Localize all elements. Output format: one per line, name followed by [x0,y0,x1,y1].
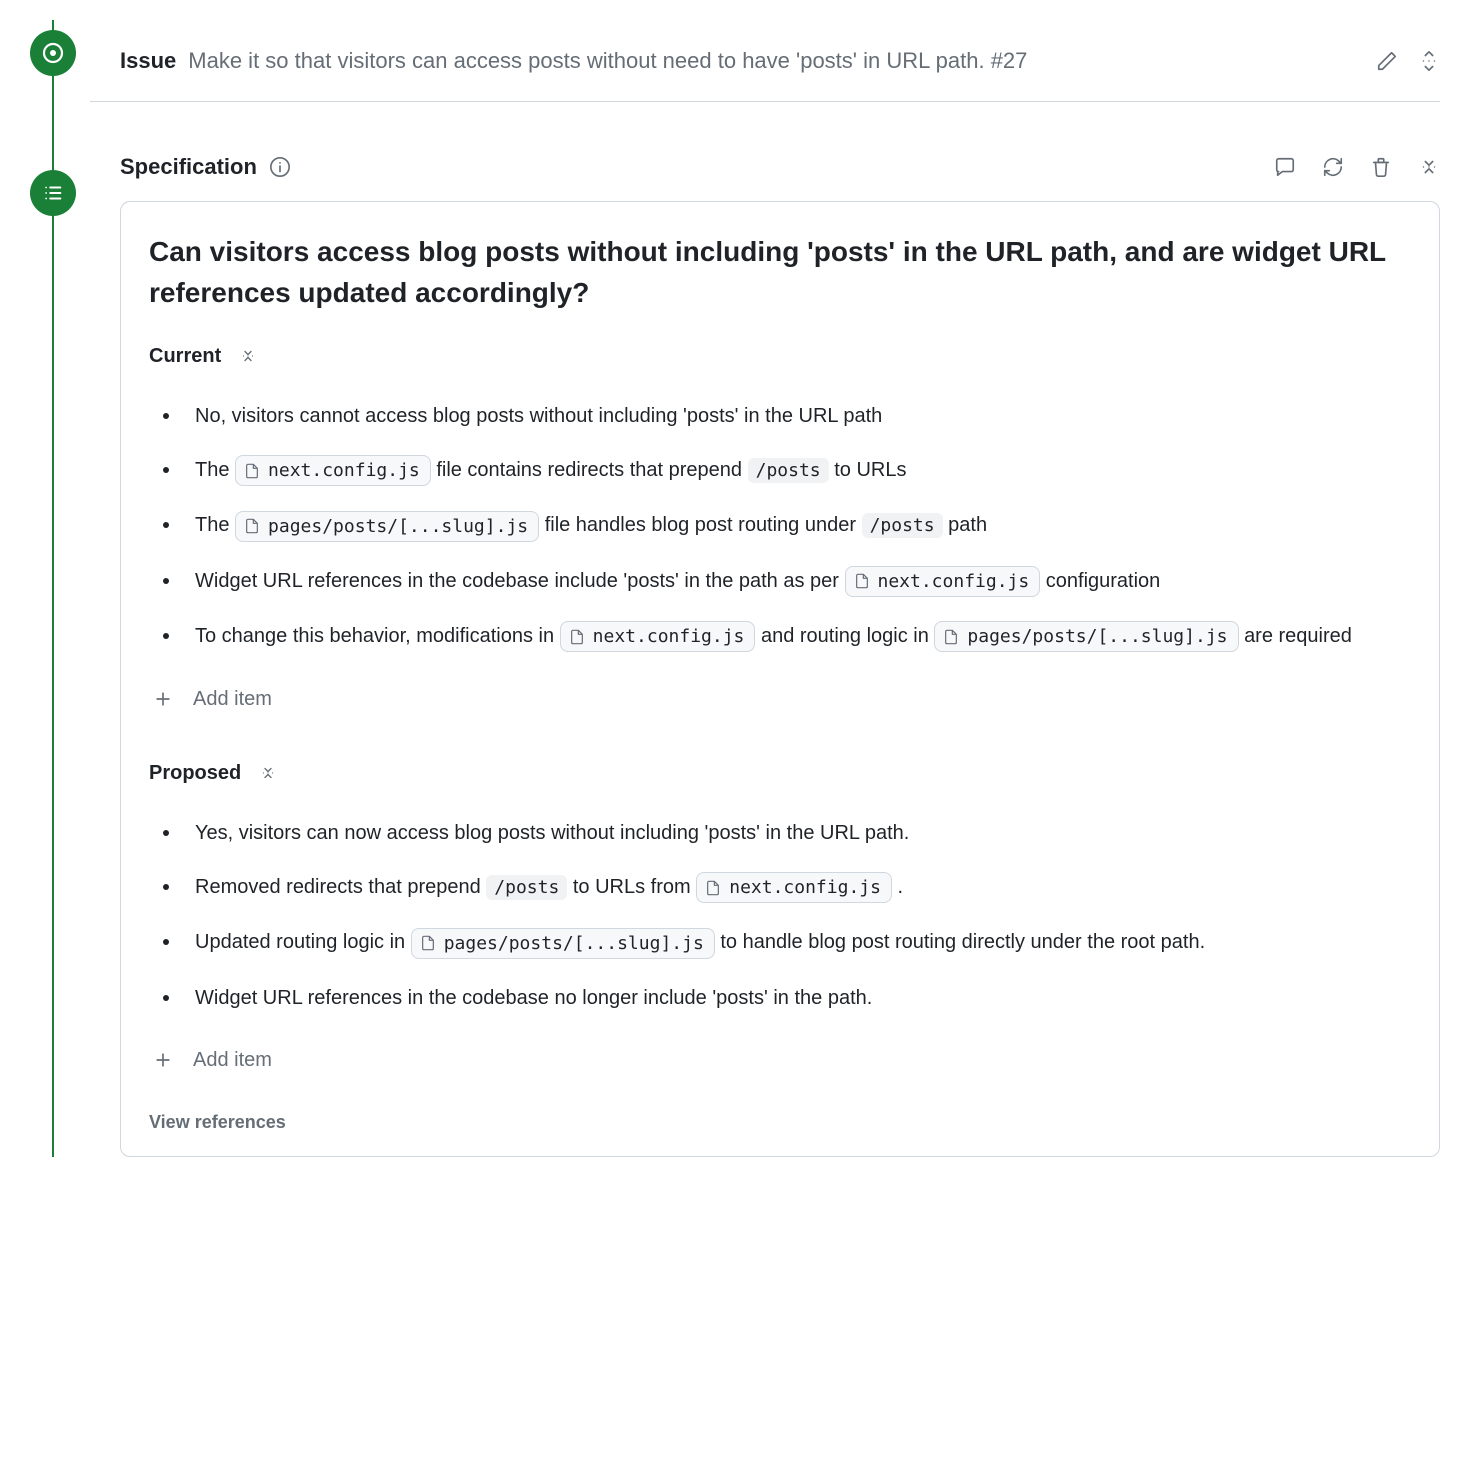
code-inline: /posts [486,875,567,900]
code-inline: /posts [862,513,943,538]
file-chip-label: pages/posts/[...slug].js [967,623,1227,650]
item-text: Widget URL references in the codebase no… [195,987,872,1009]
list-item: Yes, visitors can now access blog posts … [149,806,1411,860]
plus-icon [153,689,173,709]
view-references-button[interactable]: View references [149,1109,1411,1136]
file-chip-label: next.config.js [729,874,881,901]
item-text: The [195,459,235,481]
item-text: To change this behavior, modifications i… [195,625,560,647]
item-text: Widget URL references in the codebase in… [195,570,845,592]
spec-actions [1274,156,1440,178]
list-item: The pages/posts/[...slug].js file handle… [149,498,1411,553]
info-button[interactable] [269,156,291,178]
sync-icon [1322,156,1344,178]
fold-icon [259,764,277,782]
issue-title: Make it so that visitors can access post… [188,44,1027,77]
issue-actions [1376,50,1440,72]
item-text: file contains redirects that prepend [436,459,747,481]
list-item: Removed redirects that prepend /posts to… [149,860,1411,915]
item-text: to URLs from [573,876,696,898]
issue-header-left: Issue Make it so that visitors can acces… [120,44,1027,77]
file-chip[interactable]: pages/posts/[...slug].js [934,621,1238,652]
file-chip[interactable]: next.config.js [696,872,892,903]
spec-header: Specification [90,102,1440,201]
file-chip[interactable]: next.config.js [845,566,1041,597]
add-current-item-button[interactable]: Add item [149,676,1411,730]
expand-button[interactable] [1418,50,1440,72]
list-item: No, visitors cannot access blog posts wi… [149,389,1411,443]
timeline: Issue Make it so that visitors can acces… [30,20,1440,1157]
list-item: Widget URL references in the codebase in… [149,554,1411,609]
item-text: path [948,514,987,536]
comment-button[interactable] [1274,156,1296,178]
file-chip-label: next.config.js [878,568,1030,595]
plus-icon [153,1050,173,1070]
add-item-label: Add item [193,1045,272,1075]
add-proposed-item-button[interactable]: Add item [149,1037,1411,1091]
file-icon [854,573,870,589]
item-text: Updated routing logic in [195,931,411,953]
spec-node-icon [30,170,76,216]
info-icon [269,156,291,178]
list-item: Updated routing logic in pages/posts/[..… [149,915,1411,970]
file-icon [569,629,585,645]
item-text: to URLs [834,459,906,481]
trash-icon [1370,156,1392,178]
issue-type-label: Issue [120,44,176,77]
current-label: Current [149,341,221,371]
list-icon [42,182,64,204]
spec-card-title: Can visitors access blog posts without i… [149,232,1411,313]
file-chip-label: next.config.js [268,457,420,484]
file-chip-label: pages/posts/[...slug].js [268,513,528,540]
code-inline: /posts [748,458,829,483]
item-text: . [898,876,904,898]
item-text: Removed redirects that prepend [195,876,486,898]
collapse-button[interactable] [1418,156,1440,178]
unfold-icon [1418,50,1440,72]
proposed-label: Proposed [149,758,241,788]
list-item: The next.config.js file contains redirec… [149,443,1411,498]
spec-label: Specification [120,150,257,183]
item-text: No, visitors cannot access blog posts wi… [195,405,882,427]
proposed-collapse-button[interactable] [259,764,277,782]
item-text: and routing logic in [761,625,934,647]
file-chip[interactable]: next.config.js [235,455,431,486]
current-collapse-button[interactable] [239,347,257,365]
file-icon [420,935,436,951]
item-text: to handle blog post routing directly und… [720,931,1205,953]
pencil-icon [1376,50,1398,72]
current-section-header: Current [149,341,1411,371]
item-text: are required [1244,625,1352,647]
item-text: file handles blog post routing under [545,514,862,536]
item-text: configuration [1046,570,1161,592]
list-item: Widget URL references in the codebase no… [149,971,1411,1025]
fold-icon [1418,156,1440,178]
current-list: No, visitors cannot access blog posts wi… [149,389,1411,664]
file-icon [943,629,959,645]
file-icon [244,463,260,479]
issue-open-icon [41,41,65,65]
issue-header: Issue Make it so that visitors can acces… [90,20,1440,102]
spec-header-left: Specification [120,150,291,183]
spec-card: Can visitors access blog posts without i… [120,201,1440,1157]
file-chip[interactable]: pages/posts/[...slug].js [411,928,715,959]
add-item-label: Add item [193,684,272,714]
file-chip[interactable]: next.config.js [560,621,756,652]
file-icon [705,880,721,896]
item-text: Yes, visitors can now access blog posts … [195,822,909,844]
file-chip[interactable]: pages/posts/[...slug].js [235,511,539,542]
delete-button[interactable] [1370,156,1392,178]
file-chip-label: pages/posts/[...slug].js [444,930,704,957]
file-chip-label: next.config.js [593,623,745,650]
item-text: The [195,514,235,536]
refresh-button[interactable] [1322,156,1344,178]
comment-icon [1274,156,1296,178]
fold-icon [239,347,257,365]
proposed-list: Yes, visitors can now access blog posts … [149,806,1411,1024]
list-item: To change this behavior, modifications i… [149,609,1411,664]
proposed-section-header: Proposed [149,758,1411,788]
edit-button[interactable] [1376,50,1398,72]
issue-node-icon [30,30,76,76]
file-icon [244,518,260,534]
